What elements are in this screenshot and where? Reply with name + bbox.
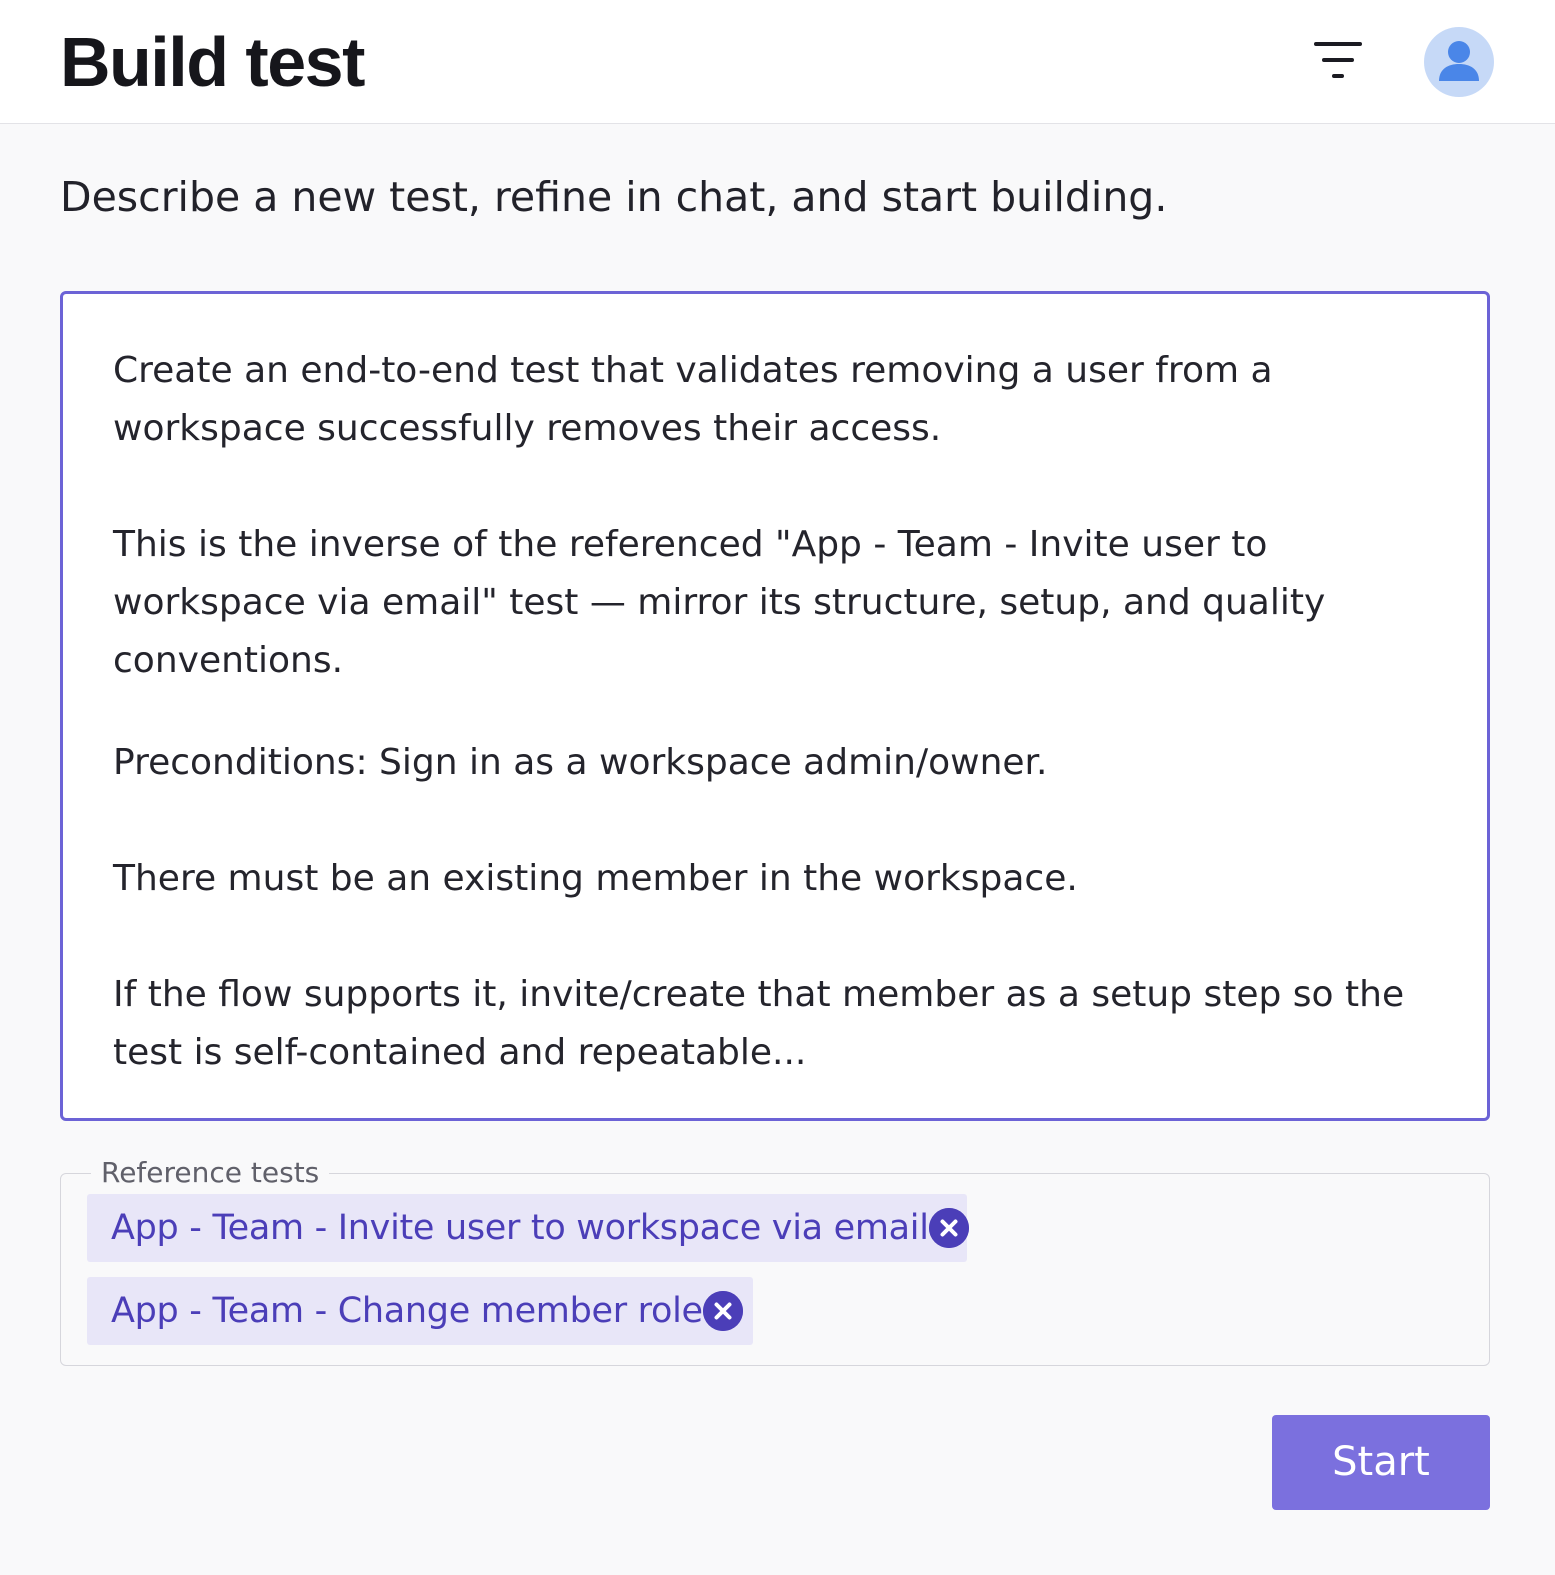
remove-chip-button[interactable] bbox=[702, 1291, 743, 1331]
reference-test-chip: App - Team - Change member role bbox=[87, 1277, 753, 1345]
avatar[interactable] bbox=[1424, 27, 1494, 97]
prompt-paragraph: This is the inverse of the referenced "A… bbox=[113, 524, 1326, 681]
reference-tests-label: Reference tests bbox=[91, 1155, 330, 1191]
reference-test-chip-label: App - Team - Change member role bbox=[111, 1291, 703, 1331]
remove-chip-button[interactable] bbox=[928, 1208, 969, 1248]
test-description-textarea[interactable]: Create an end-to-end test that validates… bbox=[60, 291, 1490, 1121]
page-title: Build test bbox=[60, 23, 365, 101]
top-bar: Build test bbox=[0, 0, 1555, 124]
reference-test-chip-label: App - Team - Invite user to workspace vi… bbox=[111, 1208, 929, 1248]
reference-tests-field[interactable]: Reference tests App - Team - Invite user… bbox=[60, 1155, 1490, 1366]
start-button[interactable]: Start bbox=[1272, 1415, 1490, 1510]
close-circle-icon bbox=[702, 1291, 743, 1331]
filter-button[interactable] bbox=[1306, 34, 1370, 86]
prompt-paragraph: Create an end-to-end test that validates… bbox=[113, 350, 1273, 449]
filter-icon bbox=[1314, 42, 1362, 78]
prompt-paragraph: There must be an existing member in the … bbox=[113, 858, 1078, 899]
reference-test-chip: App - Team - Invite user to workspace vi… bbox=[87, 1194, 969, 1262]
close-circle-icon bbox=[928, 1208, 969, 1248]
page-subtitle: Describe a new test, refine in chat, and… bbox=[60, 173, 1168, 221]
prompt-paragraph: Preconditions: Sign in as a workspace ad… bbox=[113, 742, 1048, 783]
user-icon bbox=[1439, 41, 1479, 81]
prompt-paragraph: If the flow supports it, invite/create t… bbox=[113, 974, 1405, 1073]
